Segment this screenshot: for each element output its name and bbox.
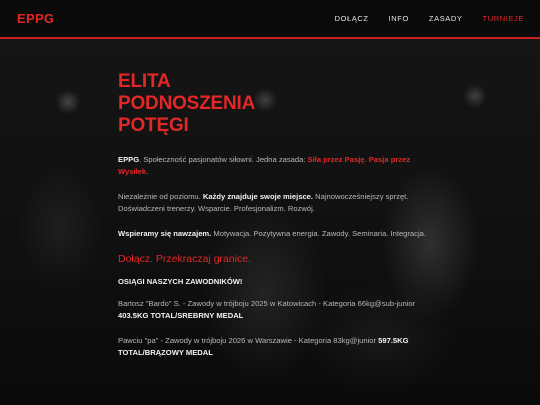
level-paragraph: Niezależnie od poziomu. Każdy znajduje s… xyxy=(118,191,428,215)
intro-paragraph: EPPG. Społeczność pasjonatów siłowni. Je… xyxy=(118,154,428,178)
logo[interactable]: EPPG xyxy=(17,11,54,26)
achievements-title: OSIĄGI NASZYCH ZAWODNIKÓW! xyxy=(118,277,243,286)
nav-link-dolacz[interactable]: DOŁĄCZ xyxy=(335,14,369,23)
achievement-2-text: Pawciu "pa" - Zawody w trójboju 2026 w W… xyxy=(118,336,379,345)
hero-title-line-1: ELITA xyxy=(118,71,171,92)
hero-title-line-3: POTĘGI xyxy=(118,115,189,136)
level-text-before: Niezależnie od poziomu. xyxy=(118,192,203,201)
hero-content: ELITA PODNOSZENIA POTĘGI EPPG. Społeczno… xyxy=(118,71,428,359)
main-nav: DOŁĄCZ INFO ZASADY TURNIEJE xyxy=(315,14,524,23)
hero-title: ELITA PODNOSZENIA POTĘGI xyxy=(118,71,428,137)
intro-brand: EPPG xyxy=(118,155,140,164)
level-bold: Każdy znajduje swoje miejsce. xyxy=(202,192,314,201)
intro-text: . Społeczność pasjonatów siłowni. Jedna … xyxy=(139,155,308,164)
nav-link-info[interactable]: INFO xyxy=(389,14,409,23)
achievement-1-text: Bartosz "Bardo" S. - Zawody w trójboju 2… xyxy=(118,299,416,308)
nav-link-turnieje[interactable]: TURNIEJE xyxy=(483,14,524,23)
support-bold: Wspieramy się nawzajem. xyxy=(118,229,212,238)
tagline: Dołącz. Przekraczaj granice. xyxy=(118,253,252,265)
site-header: EPPG DOŁĄCZ INFO ZASADY TURNIEJE xyxy=(0,0,540,39)
hero-title-line-2: PODNOSZENIA xyxy=(118,93,256,114)
support-paragraph: Wspieramy się nawzajem. Motywacja. Pozyt… xyxy=(118,228,428,240)
achievement-item-1: Bartosz "Bardo" S. - Zawody w trójboju 2… xyxy=(118,298,428,322)
nav-link-zasady[interactable]: ZASADY xyxy=(429,14,463,23)
achievement-item-2: Pawciu "pa" - Zawody w trójboju 2026 w W… xyxy=(118,335,428,359)
achievement-1-result: 403.5KG TOTAL/SREBRNY MEDAL xyxy=(118,311,244,320)
support-text-after: Motywacja. Pozytywna energia. Zawody. Se… xyxy=(211,229,426,238)
